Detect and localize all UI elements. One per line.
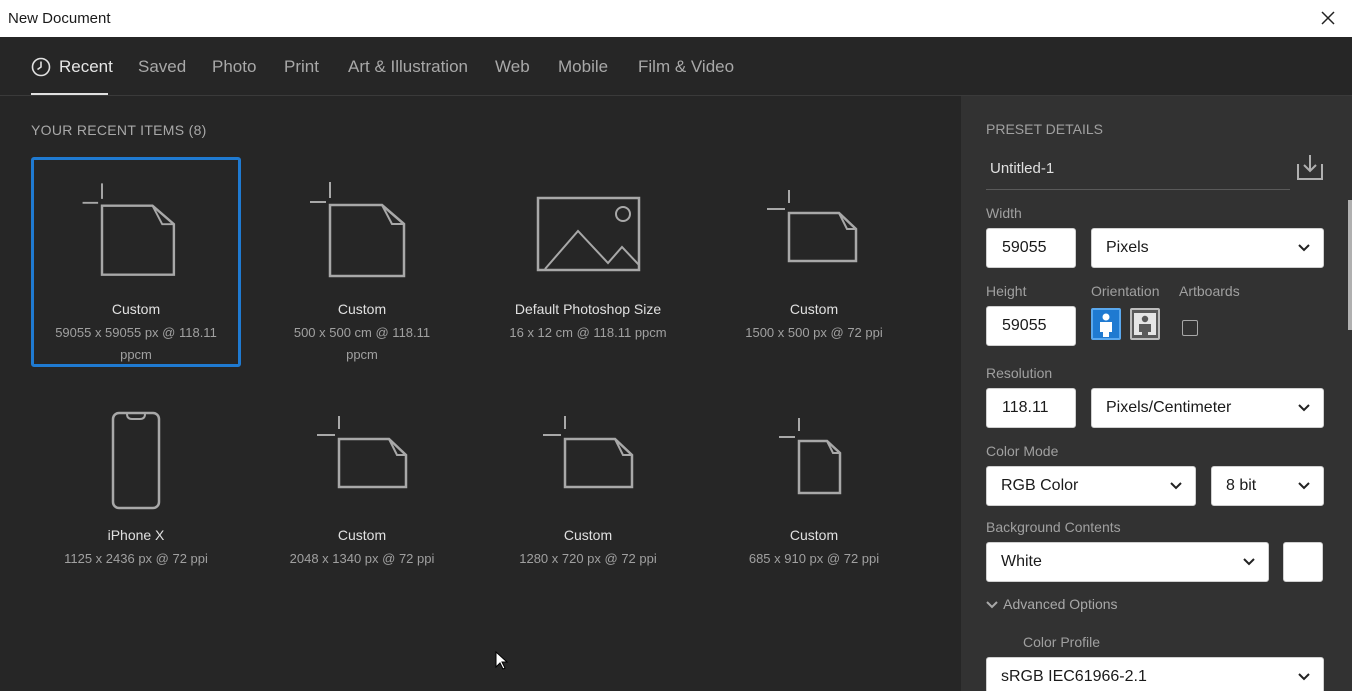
recent-item-dims: 1125 x 2436 px @ 72 ppi (64, 551, 208, 566)
close-icon[interactable] (1314, 6, 1342, 30)
document-portrait-icon (779, 418, 842, 495)
chevron-down-icon (1298, 244, 1310, 252)
landscape-orientation-button[interactable] (1130, 308, 1160, 340)
tab-saved[interactable]: Saved (138, 57, 186, 77)
width-input[interactable]: 59055 (986, 228, 1076, 268)
chevron-down-icon (986, 601, 998, 609)
resolution-label: Resolution (986, 365, 1053, 381)
color-profile-select[interactable]: sRGB IEC61966-2.1 (986, 657, 1324, 691)
height-label: Height (986, 283, 1027, 299)
tab-web[interactable]: Web (495, 57, 530, 77)
chevron-down-icon (1243, 558, 1255, 566)
recent-item-name: iPhone X (107, 527, 165, 543)
person-icon (1100, 313, 1112, 337)
chevron-down-icon (1298, 404, 1310, 412)
height-input[interactable]: 59055 (986, 306, 1076, 346)
tab-photo[interactable]: Photo (212, 57, 256, 77)
recent-item-card[interactable]: Custom 500 x 500 cm @ 118.11 ppcm (257, 157, 467, 367)
image-icon (536, 196, 641, 272)
orientation-label: Orientation (1091, 283, 1160, 299)
clock-icon (31, 57, 51, 77)
recent-item-name: Custom (337, 527, 387, 543)
resolution-unit-select[interactable]: Pixels/Centimeter (1091, 388, 1324, 428)
save-preset-icon[interactable] (1295, 152, 1325, 182)
color-mode-select[interactable]: RGB Color (986, 466, 1196, 506)
recent-item-name: Custom (337, 301, 387, 317)
background-color-swatch[interactable] (1283, 542, 1323, 582)
recent-item-dims: 16 x 12 cm @ 118.11 ppcm (509, 325, 667, 340)
category-tabs: Recent Saved Photo Print Art & Illustrat… (0, 37, 1352, 96)
preset-details-panel: PRESET DETAILS Untitled-1 Width 59055 Pi… (961, 96, 1352, 691)
recent-item-card[interactable]: Custom 1280 x 720 px @ 72 ppi (483, 383, 693, 593)
recent-item-name: Custom (111, 301, 161, 317)
document-landscape-icon (543, 416, 634, 489)
recent-item-dims: 500 x 500 cm @ 118.11 ppcm (293, 325, 431, 362)
active-tab-indicator (31, 93, 108, 95)
recent-items-panel: YOUR RECENT ITEMS (8) Custom 59055 x 590… (0, 96, 961, 691)
tab-print[interactable]: Print (284, 57, 319, 77)
preset-details-heading: PRESET DETAILS (986, 121, 1103, 137)
recent-item-card[interactable]: iPhone X 1125 x 2436 px @ 72 ppi (31, 383, 241, 593)
color-mode-label: Color Mode (986, 443, 1059, 459)
background-contents-select[interactable]: White (986, 542, 1269, 582)
resolution-input[interactable]: 118.11 (986, 388, 1076, 428)
bit-depth-select[interactable]: 8 bit (1211, 466, 1324, 506)
tab-film-video[interactable]: Film & Video (638, 57, 734, 77)
recent-item-dims: 59055 x 59055 px @ 118.11 ppcm (55, 325, 217, 362)
chevron-down-icon (1170, 482, 1182, 490)
recent-item-card[interactable]: Custom 685 x 910 px @ 72 ppi (709, 383, 919, 593)
document-name-input[interactable]: Untitled-1 (986, 154, 1290, 190)
document-landscape-icon (767, 190, 858, 263)
title-bar: New Document (0, 0, 1352, 37)
mouse-cursor-icon (495, 651, 509, 670)
width-label: Width (986, 205, 1022, 221)
window-title: New Document (8, 10, 111, 27)
artboards-checkbox[interactable] (1182, 320, 1198, 336)
artboards-label: Artboards (1179, 283, 1240, 299)
portrait-orientation-button[interactable] (1091, 308, 1121, 340)
document-square-icon (82, 183, 176, 276)
recent-item-dims: 1280 x 720 px @ 72 ppi (519, 551, 657, 566)
recent-item-name: Custom (563, 527, 613, 543)
chevron-down-icon (1298, 673, 1310, 681)
recent-items-heading: YOUR RECENT ITEMS (8) (31, 122, 207, 138)
scrollbar[interactable] (1348, 200, 1352, 330)
tab-art-illustration[interactable]: Art & Illustration (348, 57, 468, 77)
recent-item-name: Custom (789, 301, 839, 317)
recent-item-card[interactable]: Custom 2048 x 1340 px @ 72 ppi (257, 383, 467, 593)
recent-item-card[interactable]: Custom 1500 x 500 px @ 72 ppi (709, 157, 919, 367)
chevron-down-icon (1298, 482, 1310, 490)
tab-recent[interactable]: Recent (59, 57, 113, 77)
recent-item-dims: 1500 x 500 px @ 72 ppi (745, 325, 883, 340)
background-contents-label: Background Contents (986, 519, 1121, 535)
person-icon (1134, 313, 1156, 335)
phone-icon (111, 411, 161, 510)
recent-item-card[interactable]: Custom 59055 x 59055 px @ 118.11 ppcm (31, 157, 241, 367)
recent-item-dims: 685 x 910 px @ 72 ppi (748, 551, 880, 566)
document-landscape-icon (317, 416, 408, 489)
width-unit-select[interactable]: Pixels (1091, 228, 1324, 268)
color-profile-label: Color Profile (1023, 634, 1101, 650)
recent-item-name: Custom (789, 527, 839, 543)
document-square-icon (310, 182, 406, 278)
tab-mobile[interactable]: Mobile (558, 57, 608, 77)
recent-item-name: Default Photoshop Size (514, 301, 662, 317)
recent-item-dims: 2048 x 1340 px @ 72 ppi (289, 551, 435, 566)
advanced-options-toggle[interactable]: Advanced Options (986, 596, 1118, 612)
recent-item-card[interactable]: Default Photoshop Size 16 x 12 cm @ 118.… (483, 157, 693, 367)
